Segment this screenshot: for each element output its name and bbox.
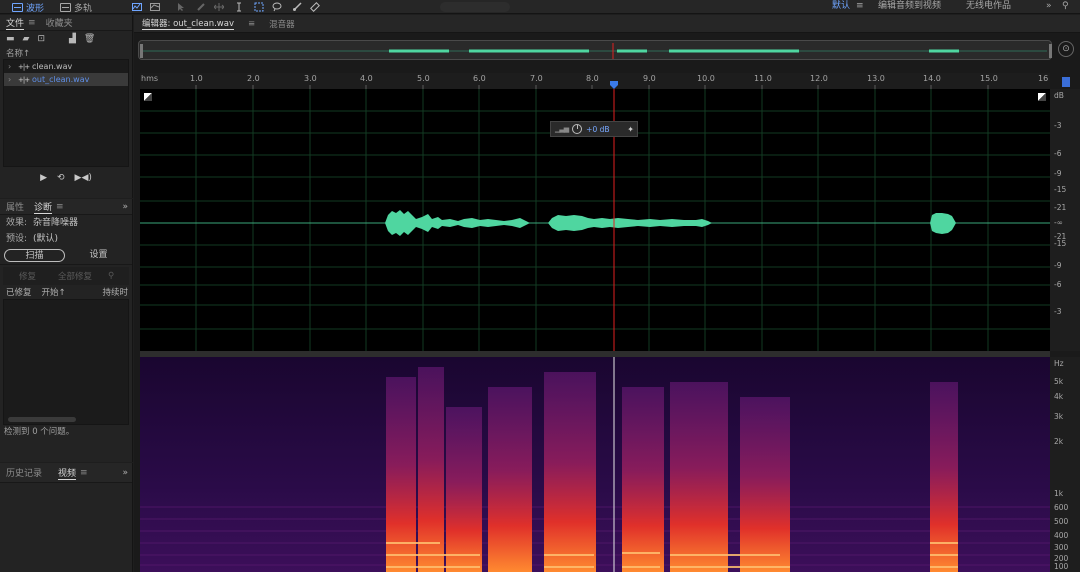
lasso-tool-icon[interactable]: [272, 2, 282, 12]
waveform-mode-button[interactable]: 波形: [12, 1, 44, 14]
tab-diagnostics[interactable]: 诊断: [34, 200, 53, 214]
toolbar-search-field[interactable]: [440, 2, 510, 12]
search-icon[interactable]: ⚲: [1062, 0, 1069, 14]
overview-waveform: [140, 43, 1052, 59]
preset-row: 预设: (默认): [6, 234, 59, 244]
editor-tabs: 编辑器: out_clean.wav ≡ 混音器: [134, 15, 1080, 33]
waveform-file-icon: +|+: [18, 62, 30, 71]
col-start[interactable]: 开始↑: [42, 286, 66, 298]
expand-arrow-icon[interactable]: ›: [8, 62, 18, 71]
gain-value[interactable]: +0 dB: [586, 125, 609, 134]
file-row-out-clean[interactable]: › +|+ out_clean.wav: [4, 73, 128, 86]
panel-menu-icon[interactable]: ≡: [248, 19, 255, 29]
workspace-edit-audio-to-video[interactable]: 编辑音频到视频: [878, 0, 941, 14]
multitrack-icon: [60, 2, 71, 12]
spot-healing-tool-icon[interactable]: [310, 2, 320, 12]
col-repaired[interactable]: 已修复: [6, 286, 32, 298]
zoom-navigator-button[interactable]: ⊙: [1058, 41, 1074, 57]
spectral-canvas: [140, 357, 1050, 572]
ruler-ticks: [195, 81, 989, 89]
tab-files[interactable]: 文件: [6, 16, 25, 30]
history-panel-tabs: 历史记录 视频 ≡ »: [0, 463, 132, 483]
razor-tool-icon[interactable]: [196, 2, 206, 12]
time-ruler[interactable]: hms 1.0 2.0 3.0 4.0 5.0 6.0 7.0 8.0 9.0 …: [140, 73, 1050, 89]
tab-properties[interactable]: 属性: [6, 200, 24, 213]
zoom-magnifier-icon[interactable]: ⚲: [108, 271, 114, 281]
panel-menu-icon[interactable]: ≡: [28, 18, 36, 28]
file-preview-transport: ▶ ⟲ ▶◀): [0, 167, 132, 189]
tab-history[interactable]: 历史记录: [6, 466, 42, 479]
panel-menu-icon[interactable]: ≡: [80, 468, 88, 478]
workspace-overflow-icon[interactable]: »: [1046, 0, 1052, 14]
insert-icon[interactable]: ⊡: [37, 34, 45, 44]
preset-select[interactable]: (默认): [33, 234, 58, 244]
move-tool-icon[interactable]: [176, 2, 186, 12]
playhead-handle: [610, 81, 618, 89]
hud-gain-control[interactable]: ▁▃▅ +0 dB ✦: [550, 121, 638, 137]
panel-overflow-icon[interactable]: »: [122, 202, 128, 212]
spectral-pitch-icon[interactable]: [150, 2, 160, 12]
effect-row: 效果: 杂音降噪器: [6, 218, 79, 228]
waveform-file-icon: +|+: [18, 75, 30, 84]
pin-icon[interactable]: ✦: [627, 125, 634, 134]
overview-navigator[interactable]: [138, 40, 1052, 60]
files-panel: 文件 ≡ 收藏夹 ▬ ▰ ⊡ ▟ 🗑 名称↑ › +|+ clean.wav ›…: [0, 15, 133, 198]
open-folder-icon[interactable]: ▬: [6, 34, 15, 44]
snap-marker-icon[interactable]: [1062, 77, 1070, 87]
diagnostics-list: [3, 299, 129, 425]
scan-settings-tabs: 扫描 设置: [0, 247, 132, 265]
panel-menu-icon[interactable]: ≡: [56, 202, 64, 212]
col-duration[interactable]: 持续时: [102, 286, 128, 298]
expand-arrow-icon[interactable]: ›: [8, 75, 18, 84]
tab-scan[interactable]: 扫描: [4, 249, 65, 262]
repair-all-button[interactable]: 全部修复: [58, 270, 92, 282]
level-bars-icon: ▁▃▅: [555, 125, 569, 133]
editor-panel: 编辑器: out_clean.wav ≡ 混音器 ⊙ hms 1.0 2.0 3…: [134, 15, 1080, 572]
files-toolbar: ▬ ▰ ⊡ ▟ 🗑: [0, 31, 132, 47]
file-row-clean[interactable]: › +|+ clean.wav: [4, 60, 128, 73]
zoom-out-corner-icon[interactable]: [1038, 93, 1046, 101]
diagnostics-status: 检测到 0 个问题。: [4, 427, 75, 437]
import-icon[interactable]: ▰: [23, 34, 30, 44]
workspace-radio-production[interactable]: 无线电作品: [966, 0, 1011, 14]
loop-icon[interactable]: ⟲: [57, 173, 65, 183]
new-file-icon[interactable]: ▟: [69, 34, 76, 44]
marquee-selection-tool-icon[interactable]: [254, 2, 264, 12]
spectral-frequency-icon[interactable]: [132, 2, 142, 12]
brush-tool-icon[interactable]: [292, 2, 302, 12]
multitrack-mode-button[interactable]: 多轨: [60, 1, 92, 14]
play-icon[interactable]: ▶: [40, 173, 47, 183]
tab-mixer[interactable]: 混音器: [269, 18, 295, 30]
gain-knob-icon[interactable]: [572, 124, 583, 134]
effect-select[interactable]: 杂音降噪器: [33, 218, 78, 228]
history-panel: 历史记录 视频 ≡ »: [0, 463, 133, 572]
spectral-display[interactable]: [140, 357, 1050, 572]
diagnostics-columns: 已修复 开始↑ 持续时: [0, 285, 132, 299]
diagnostics-panel-tabs: 属性 诊断 ≡ »: [0, 199, 132, 215]
horizontal-scrollbar[interactable]: [8, 417, 76, 422]
delete-icon[interactable]: 🗑: [84, 34, 95, 44]
file-list: › +|+ clean.wav › +|+ out_clean.wav: [3, 59, 129, 167]
diagnostics-panel: 属性 诊断 ≡ » 效果: 杂音降噪器 预设: (默认) 扫描 设置 修复 全部修复…: [0, 199, 133, 462]
workspace-menu-icon[interactable]: ≡: [856, 0, 864, 14]
slip-tool-icon[interactable]: [213, 2, 225, 12]
files-panel-tabs: 文件 ≡ 收藏夹: [0, 15, 132, 31]
tab-favorites[interactable]: 收藏夹: [46, 16, 73, 29]
panel-overflow-icon[interactable]: »: [122, 468, 128, 478]
tab-settings[interactable]: 设置: [69, 249, 128, 262]
repair-button[interactable]: 修复: [19, 270, 36, 282]
name-column-header[interactable]: 名称↑: [0, 47, 132, 59]
tab-video[interactable]: 视频: [58, 466, 77, 480]
auto-play-volume-icon[interactable]: ▶◀): [75, 173, 92, 183]
zoom-in-corner-icon[interactable]: [144, 93, 152, 101]
time-selection-tool-icon[interactable]: [234, 2, 244, 12]
tab-editor[interactable]: 编辑器: out_clean.wav: [142, 17, 234, 30]
amplitude-scale[interactable]: dB -3 -6 -9 -15 -21 -∞ -21 -15 -9 -6 -3: [1050, 77, 1080, 351]
repair-buttons: 修复 全部修复 ⚲: [3, 267, 129, 285]
waveform-icon: [12, 2, 23, 12]
top-toolbar: 波形 多轨 默认 ≡ 编辑音频到视频 无线电作品 » ⚲: [0, 0, 1080, 14]
frequency-scale[interactable]: Hz 5k 4k 3k 2k 1k 600 500 400 300 200 10…: [1050, 357, 1080, 572]
workspace-default[interactable]: 默认: [832, 0, 850, 14]
